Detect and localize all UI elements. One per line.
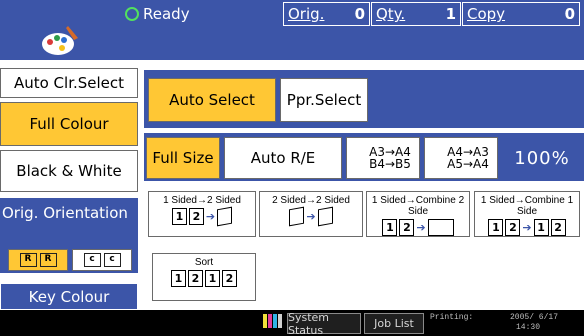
duplex-1-to-2-icon: 1 2 ➔ [149, 206, 255, 227]
black-white-button[interactable]: Black & White [0, 150, 138, 192]
combine-1-side-icon: 1 2 ➔ 1 2 [475, 219, 579, 236]
orientation-upright-icon: R [19, 253, 37, 267]
combine-2-side-icon: 1 2 ➔ [367, 219, 469, 236]
sort-button[interactable]: Sort 1 2 1 2 [152, 253, 256, 301]
page-icon: 1 [205, 270, 220, 287]
palette-icon [42, 26, 78, 55]
arrow-right-icon: ➔ [205, 210, 216, 223]
combine-2-side-label: 1 Sided→Combine 2 Side [371, 195, 465, 217]
orientation-upright-icon: R [39, 253, 57, 267]
system-status-button[interactable]: System Status [287, 311, 361, 336]
arrow-right-icon: ➔ [522, 221, 532, 234]
combined-page-icon [427, 219, 454, 236]
duplex-2-to-2-button[interactable]: 2 Sided→2 Sided ➔ [259, 191, 363, 237]
original-count-value: 0 [354, 5, 365, 23]
orientation-rotated-icon: c [103, 253, 121, 267]
sort-icon: 1 2 1 2 [153, 270, 255, 287]
copy-counter: Copy 0 [462, 2, 580, 26]
copy-count-value: 0 [564, 5, 575, 23]
auto-reduce-enlarge-button[interactable]: Auto R/E [224, 137, 342, 179]
original-count-label: Orig. [288, 5, 325, 23]
page-back-icon [217, 206, 233, 227]
page-icon: 1 [171, 208, 187, 225]
printing-status: Printing: [430, 313, 474, 322]
combine-1-side-label: 1 Sided→Combine 1 Side [480, 195, 574, 217]
paper-select-button[interactable]: Ppr.Select [280, 78, 368, 122]
orientation-readable-button[interactable]: R R [8, 249, 68, 271]
auto-colour-select-button[interactable]: Auto Clr.Select [0, 68, 138, 98]
page-icon: 1 [171, 270, 186, 287]
orientation-label: Orig. Orientation [2, 204, 128, 222]
page-icon: 2 [188, 208, 204, 225]
page-icon: 2 [222, 270, 237, 287]
page-icon: 1 [533, 219, 549, 236]
page-icon: 2 [550, 219, 566, 236]
arrow-right-icon: ➔ [416, 221, 426, 234]
original-counter: Orig. 0 [283, 2, 370, 26]
orientation-unreadable-button[interactable]: c c [72, 249, 132, 271]
page-back-icon [289, 206, 305, 227]
job-list-button[interactable]: Job List [364, 313, 424, 334]
quantity-count-value: 1 [445, 5, 456, 23]
ratio-display: 100% [514, 147, 570, 169]
orientation-rotated-icon: c [83, 253, 101, 267]
arrow-right-icon: ➔ [306, 210, 316, 223]
quantity-counter: Qty. 1 [371, 2, 461, 26]
reduce-ratio-line-2: B4→B5 [369, 157, 411, 171]
app-logo [0, 0, 120, 60]
ready-label: Ready [143, 5, 190, 23]
page-back-icon [317, 206, 333, 227]
reduce-a3-a4-button[interactable]: A3→A4 B4→B5 [346, 137, 420, 179]
page-icon: 1 [488, 219, 504, 236]
page-icon: 1 [382, 219, 398, 236]
toner-level-icon [262, 312, 284, 334]
key-colour-button[interactable]: Key Colour [0, 283, 138, 310]
duplex-1-to-2-label: 1 Sided→2 Sided [163, 195, 241, 206]
page-icon: 2 [399, 219, 415, 236]
page-icon: 2 [505, 219, 521, 236]
quantity-count-label: Qty. [376, 5, 406, 23]
full-colour-button[interactable]: Full Colour [0, 102, 138, 146]
duplex-1-to-2-button[interactable]: 1 Sided→2 Sided 1 2 ➔ [148, 191, 256, 237]
full-size-button[interactable]: Full Size [146, 137, 220, 179]
combine-1-side-button[interactable]: 1 Sided→Combine 1 Side 1 2 ➔ 1 2 [474, 191, 580, 237]
combine-2-side-button[interactable]: 1 Sided→Combine 2 Side 1 2 ➔ [366, 191, 470, 237]
enlarge-ratio-line-2: A5→A4 [447, 157, 489, 171]
time-display: 14:30 [516, 323, 541, 332]
sort-label: Sort [194, 257, 214, 268]
copy-count-label: Copy [467, 5, 506, 23]
page-icon: 2 [188, 270, 203, 287]
duplex-2-to-2-label: 2 Sided→2 Sided [272, 195, 350, 206]
enlarge-a4-a3-button[interactable]: A4→A3 A5→A4 [424, 137, 498, 179]
duplex-2-to-2-icon: ➔ [260, 206, 362, 227]
date-display: 2005/ 6/17 [510, 313, 559, 322]
auto-select-button[interactable]: Auto Select [148, 78, 276, 122]
ready-icon [125, 7, 139, 21]
machine-status: Ready [125, 2, 190, 26]
